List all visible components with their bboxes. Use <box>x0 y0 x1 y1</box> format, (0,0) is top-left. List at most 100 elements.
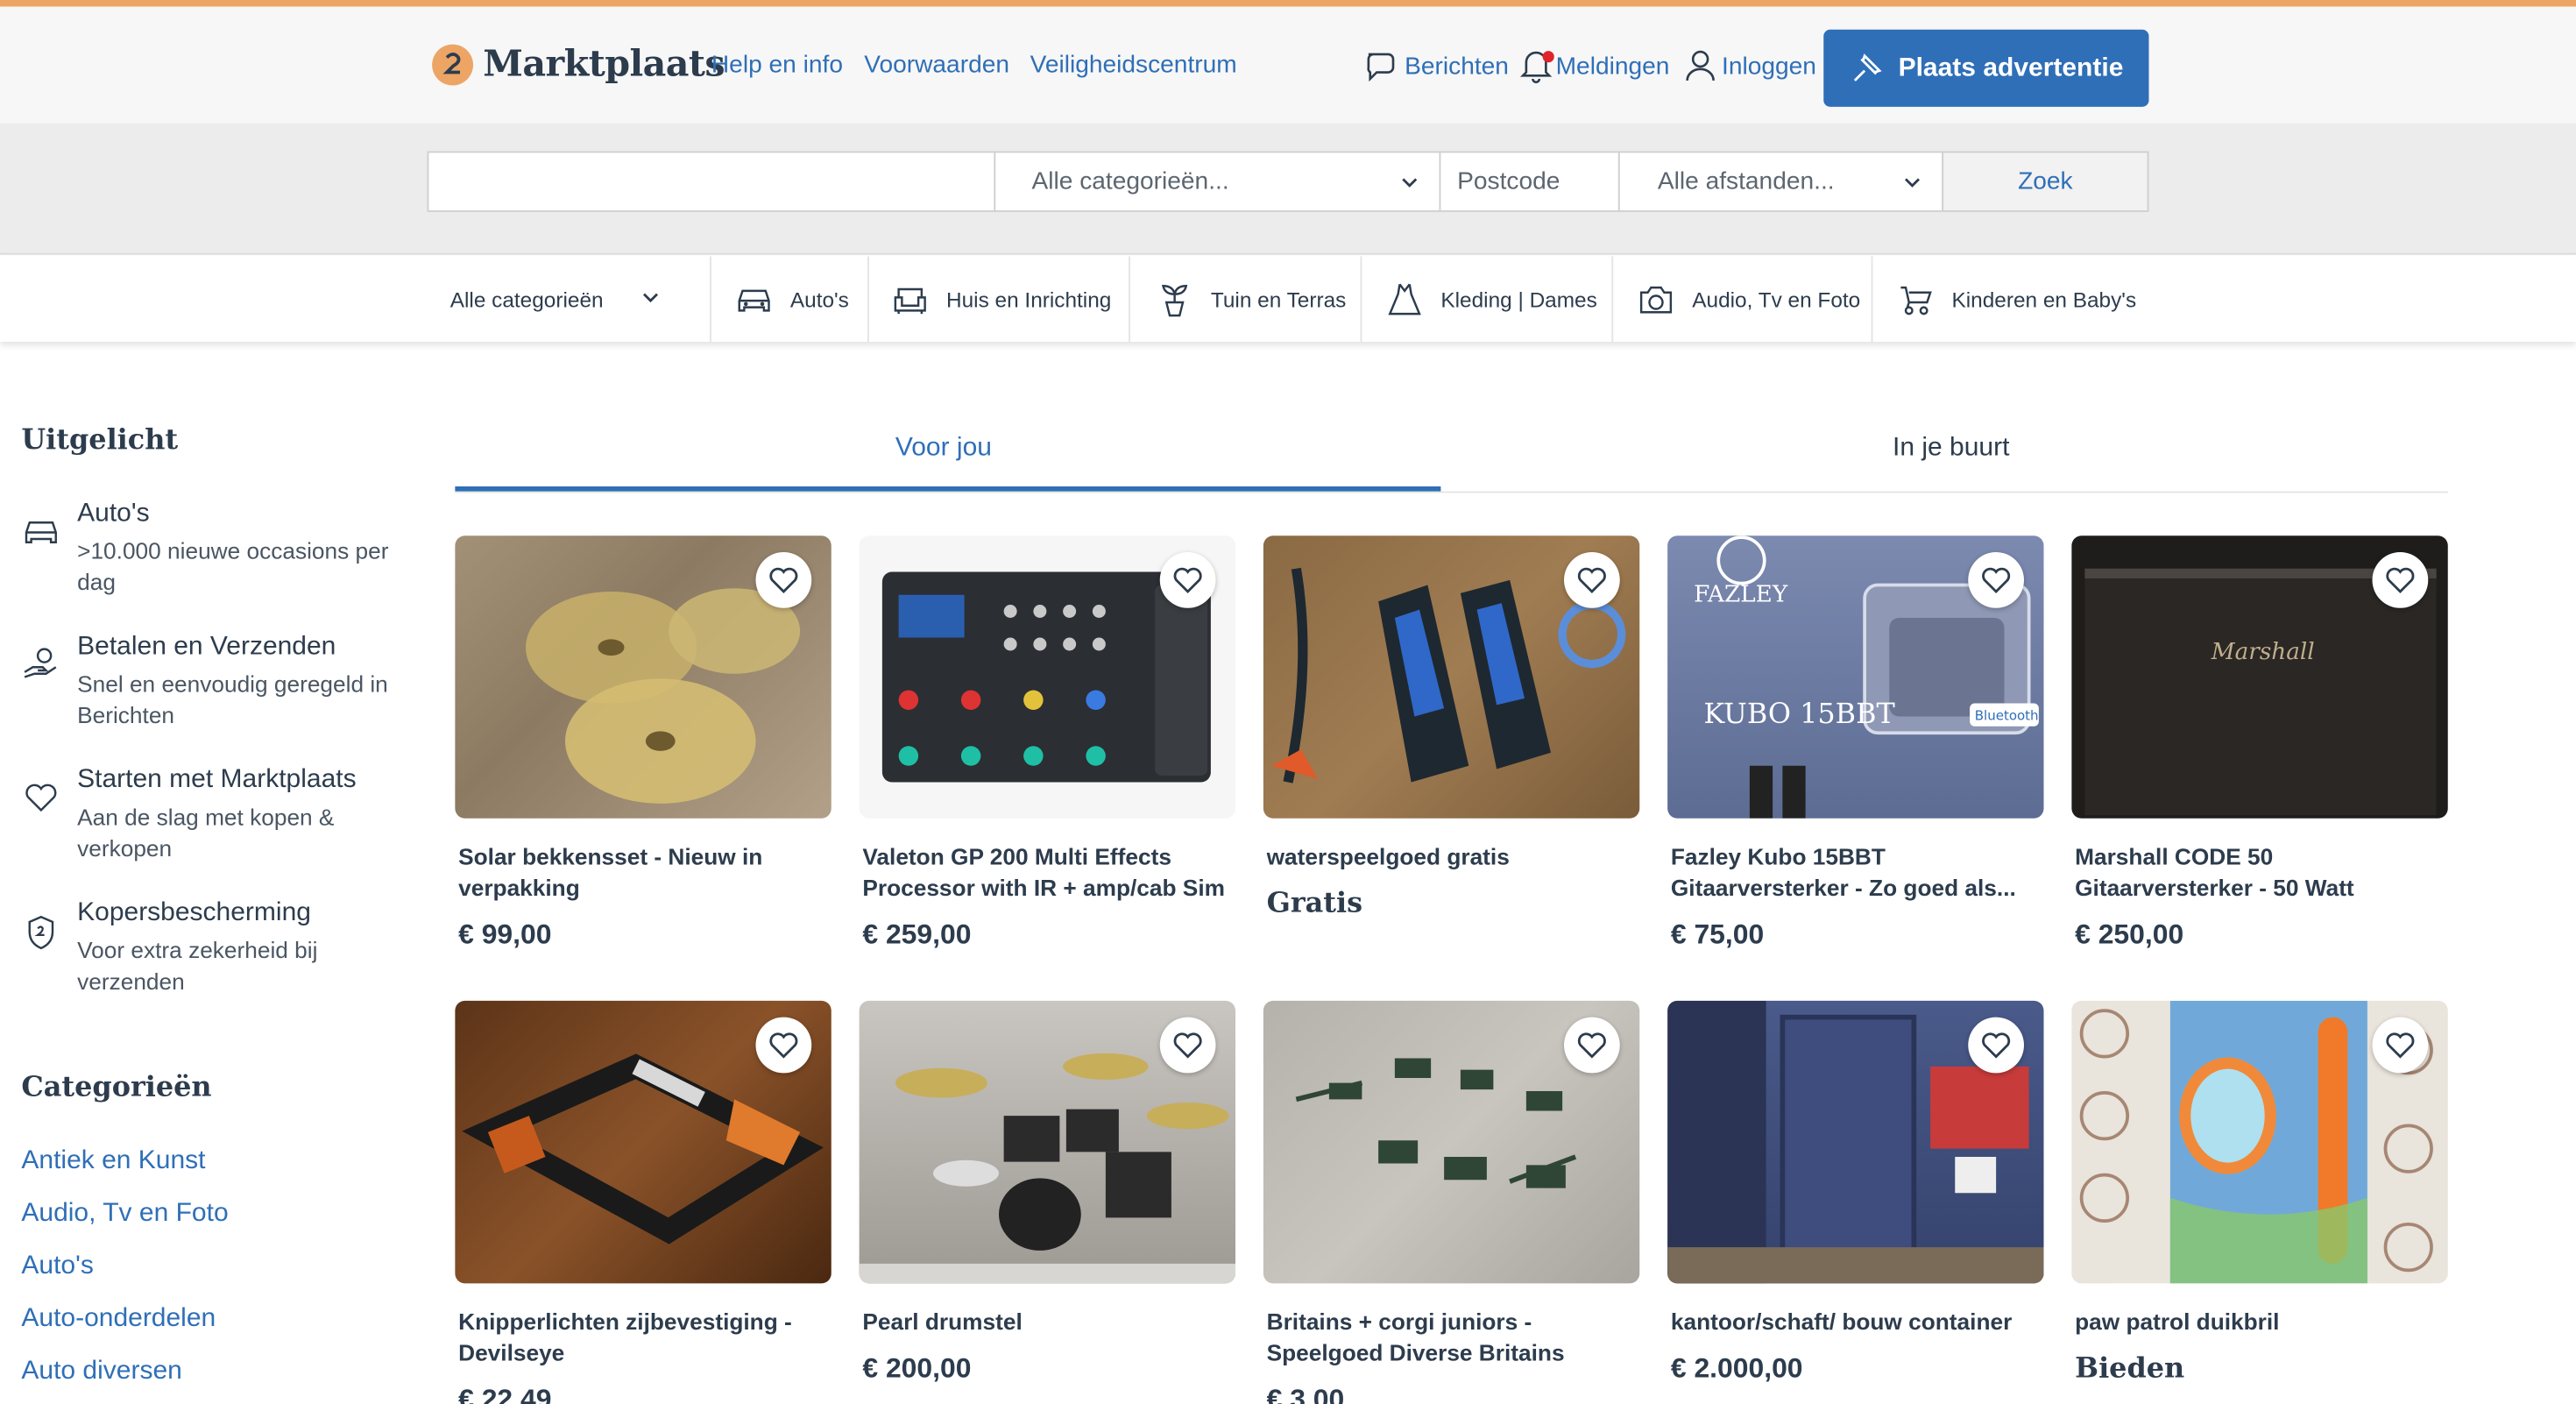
favorite-button[interactable] <box>755 1017 812 1074</box>
help-link[interactable]: Help en info <box>711 51 843 79</box>
favorite-button[interactable] <box>1968 1017 2024 1074</box>
place-ad-button[interactable]: Plaats advertentie <box>1823 29 2149 107</box>
place-ad-label: Plaats advertentie <box>1898 53 2124 82</box>
heart-icon <box>1577 1032 1606 1059</box>
category-garden[interactable]: Tuin en Terras <box>1130 256 1362 342</box>
favorite-button[interactable] <box>1564 552 1620 608</box>
terms-link[interactable]: Voorwaarden <box>864 51 1009 79</box>
categories-heading: Categorieën <box>21 1071 212 1105</box>
favorite-button[interactable] <box>755 552 812 608</box>
svg-text:KUBO 15BBT: KUBO 15BBT <box>1703 697 1894 730</box>
cymbals-photo[interactable] <box>455 535 832 819</box>
diving-mask-photo[interactable] <box>2071 1000 2448 1284</box>
notifications-label: Meldingen <box>1555 52 1670 80</box>
listing-title[interactable]: Valeton GP 200 Multi Effects Processor w… <box>862 841 1237 904</box>
notifications-button[interactable]: Meldingen <box>1519 46 1669 86</box>
search-input[interactable] <box>427 151 996 212</box>
shield-icon <box>28 915 54 950</box>
listing-title[interactable]: kantoor/schaft/ bouw container <box>1671 1307 2046 1338</box>
category-select-value: Alle categorieën... <box>1031 167 1229 196</box>
top-accent-bar <box>0 0 2576 7</box>
category-kids-baby[interactable]: Kinderen en Baby's <box>1873 257 2149 343</box>
listing-title[interactable]: Fazley Kubo 15BBT Gitaarversterker - Zo … <box>1671 841 2046 904</box>
safety-center-link[interactable]: Veiligheidscentrum <box>1030 51 1237 79</box>
category-audio-tv-photo-label: Audio, Tv en Foto <box>1692 287 1861 312</box>
container-photo[interactable] <box>1667 1000 2044 1284</box>
sidebar-category-link[interactable]: Auto's <box>21 1252 93 1282</box>
heart-icon <box>1173 567 1202 593</box>
favorite-button[interactable] <box>1564 1017 1620 1074</box>
favorite-button[interactable] <box>1159 1017 1216 1074</box>
snorkel-fins-photo[interactable] <box>1263 535 1640 819</box>
svg-text:Bluetooth: Bluetooth <box>1975 707 2039 723</box>
listing-title[interactable]: paw patrol duikbril <box>2075 1307 2450 1338</box>
marktplaats-logo[interactable]: Marktplaats <box>432 39 725 89</box>
tab-nearby[interactable]: In je buurt <box>1893 434 2009 464</box>
listing-price: Bieden <box>2075 1352 2185 1386</box>
sidebar-category-link[interactable]: Antiek en Kunst <box>21 1147 205 1177</box>
featured-title: Kopersbescherming <box>77 898 311 927</box>
sidebar-category-link[interactable]: Auto diversen <box>21 1358 181 1387</box>
logo-mark-icon <box>432 43 473 85</box>
featured-heading: Uitgelicht <box>21 423 179 457</box>
postcode-input[interactable]: Postcode <box>1439 151 1620 212</box>
postcode-placeholder: Postcode <box>1457 167 1560 196</box>
favorite-button[interactable] <box>2372 552 2429 608</box>
feed-tabs: Voor jou In je buurt <box>455 419 2448 493</box>
heart-icon <box>2386 567 2415 593</box>
search-submit-button[interactable]: Zoek <box>1942 151 2149 212</box>
indicator-lights-photo[interactable] <box>455 1000 832 1284</box>
all-categories-dropdown[interactable]: Alle categorieën <box>428 256 711 342</box>
notification-dot <box>1542 51 1554 63</box>
heart-icon <box>769 567 798 593</box>
dress-icon <box>1388 283 1421 316</box>
category-home[interactable]: Huis en Inrichting <box>869 256 1130 342</box>
tab-for-you[interactable]: Voor jou <box>895 434 992 464</box>
heart-icon <box>25 784 57 812</box>
multi-effects-processor-photo[interactable] <box>859 535 1235 819</box>
svg-text:Marshall: Marshall <box>2211 639 2315 665</box>
chevron-down-icon <box>1402 178 1418 188</box>
search-bar: Alle categorieën... Postcode Alle afstan… <box>0 123 2576 255</box>
heart-icon <box>1577 567 1606 593</box>
drum-kit-photo[interactable] <box>859 1000 1235 1284</box>
car-icon <box>738 289 770 312</box>
chevron-down-icon <box>1905 178 1920 188</box>
category-select[interactable]: Alle categorieën... <box>994 151 1441 212</box>
chevron-down-icon <box>643 293 658 303</box>
listing-title[interactable]: Marshall CODE 50 Gitaarversterker - 50 W… <box>2075 841 2450 904</box>
listing-title[interactable]: Solar bekkensset - Nieuw in verpakking <box>458 841 833 904</box>
category-cars[interactable]: Auto's <box>711 256 869 342</box>
messages-button[interactable]: Berichten <box>1363 46 1509 86</box>
toy-soldiers-photo[interactable] <box>1263 1000 1640 1284</box>
heart-icon <box>2386 1032 2415 1059</box>
featured-subtitle: Snel en eenvoudig geregeld in Berichten <box>77 670 388 728</box>
listing-price: € 200,00 <box>862 1352 972 1384</box>
favorite-button[interactable] <box>1968 552 2024 608</box>
marshall-amplifier-photo[interactable]: Marshall <box>2071 535 2448 819</box>
favorite-button[interactable] <box>1159 552 1216 608</box>
category-home-label: Huis en Inrichting <box>946 287 1112 312</box>
category-audio-tv-photo[interactable]: Audio, Tv en Foto <box>1613 256 1873 342</box>
featured-subtitle: >10.000 nieuwe occasions per dag <box>77 537 389 595</box>
sidebar-category-link[interactable]: Auto-onderdelen <box>21 1305 216 1335</box>
active-tab-indicator <box>455 486 1441 492</box>
listing-title[interactable]: Britains + corgi juniors - Speelgoed Div… <box>1267 1307 1642 1369</box>
listing-title[interactable]: Pearl drumstel <box>862 1307 1237 1338</box>
sidebar-category-link[interactable]: Audio, Tv en Foto <box>21 1200 228 1230</box>
category-clothing-women[interactable]: Kleding | Dames <box>1362 256 1614 342</box>
amplifier-box-photo[interactable]: FAZLEY KUBO 15BBT Bluetooth <box>1667 535 2044 819</box>
camera-icon <box>1639 286 1673 314</box>
distance-select[interactable]: Alle afstanden... <box>1617 151 1944 212</box>
login-label: Inloggen <box>1722 52 1816 80</box>
listing-price: € 259,00 <box>862 918 972 950</box>
listing-price: € 99,00 <box>458 918 552 950</box>
category-clothing-women-label: Kleding | Dames <box>1440 287 1597 312</box>
svg-text:FAZLEY: FAZLEY <box>1694 581 1788 607</box>
stroller-icon <box>1900 286 1932 316</box>
listing-title[interactable]: Knipperlichten zijbevestiging - Devilsey… <box>458 1307 833 1369</box>
favorite-button[interactable] <box>2372 1017 2429 1074</box>
listing-title[interactable]: waterspeelgoed gratis <box>1267 841 1642 873</box>
login-button[interactable]: Inloggen <box>1684 46 1816 86</box>
site-header: Marktplaats Help en info Voorwaarden Vei… <box>0 6 2576 124</box>
